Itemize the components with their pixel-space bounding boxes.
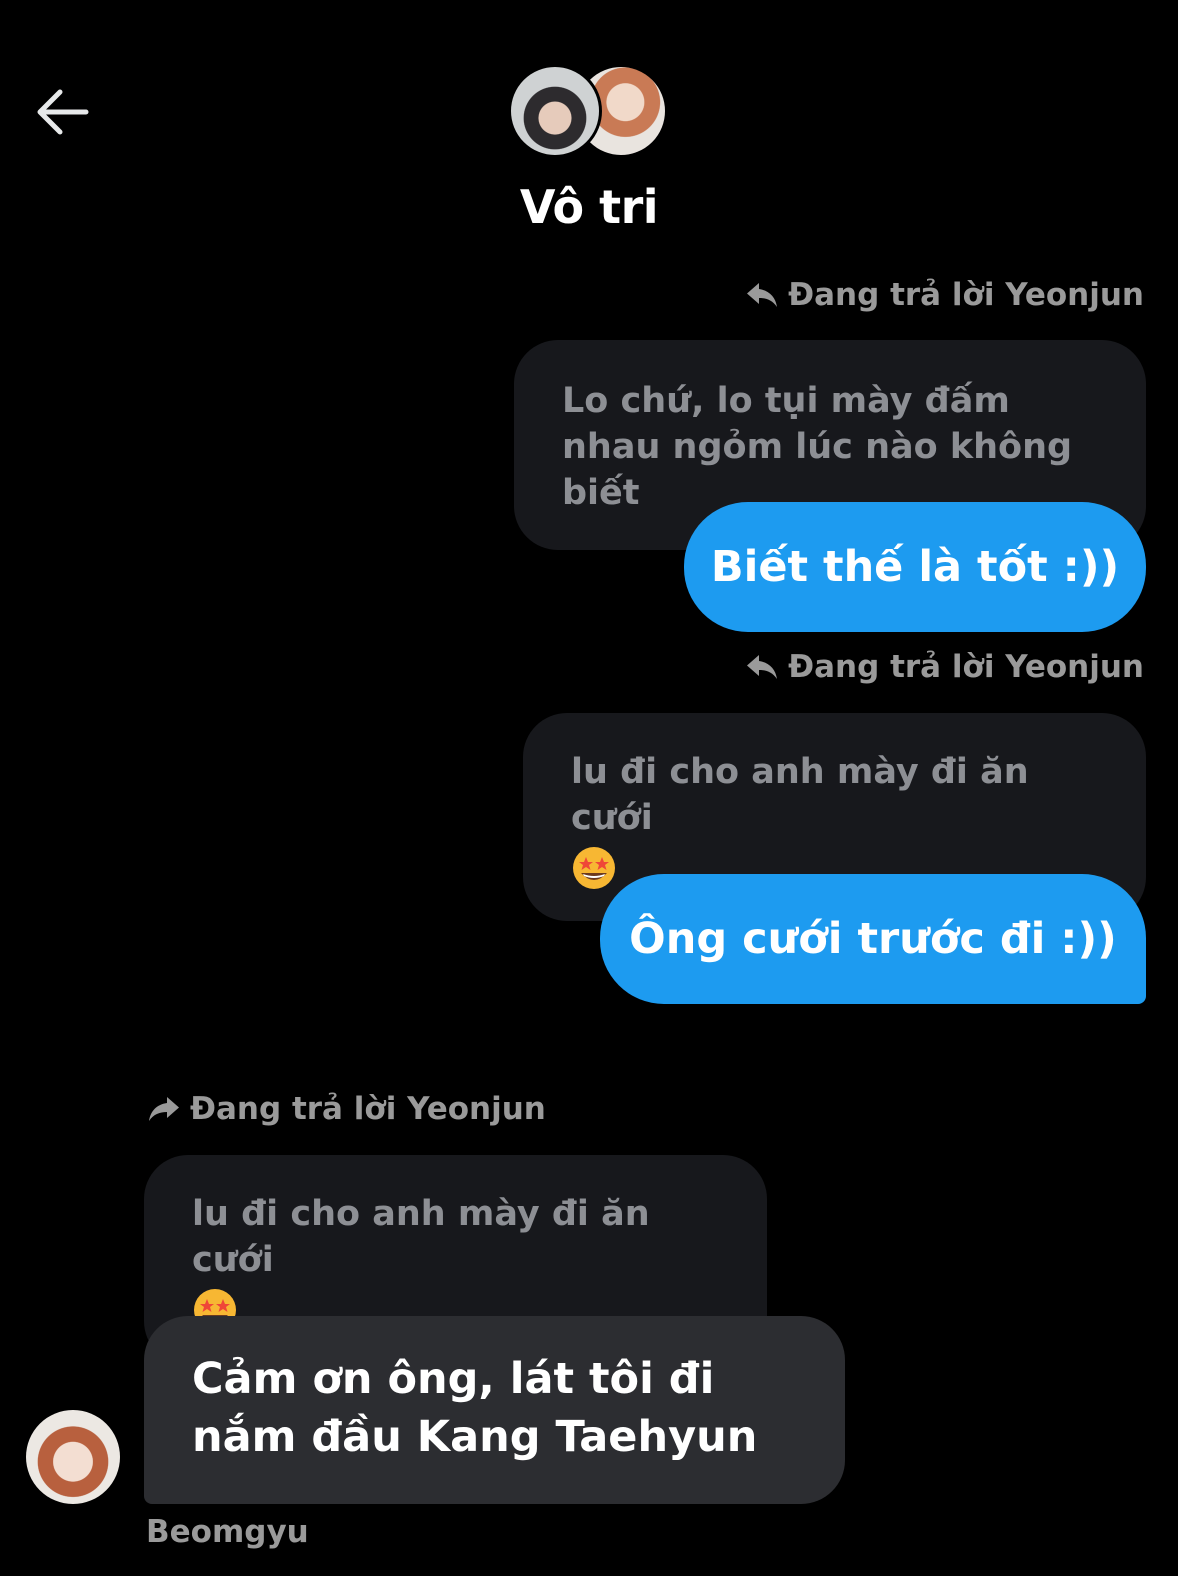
sender-name: Beomgyu: [146, 1514, 309, 1550]
quoted-text: Lo chứ, lo tụi mày đấm nhau ngỏm lúc nào…: [562, 381, 1073, 513]
reply-icon: [747, 655, 778, 679]
conversation-title: Vô tri: [519, 180, 659, 234]
reply-label: Đang trả lời Yeonjun: [190, 1091, 546, 1127]
group-avatar[interactable]: [508, 64, 668, 162]
reply-indicator: Đang trả lời Yeonjun: [744, 649, 1144, 685]
reply-indicator: Đang trả lời Yeonjun: [744, 277, 1144, 313]
arrow-left-icon: [37, 89, 89, 135]
reply-indicator: Đang trả lời Yeonjun: [146, 1091, 546, 1127]
star-struck-emoji: [571, 845, 617, 903]
back-button[interactable]: [32, 86, 92, 138]
sender-avatar[interactable]: [26, 1410, 120, 1504]
quoted-text: lu đi cho anh mày đi ăn cưới: [571, 752, 1029, 838]
reply-label: Đang trả lời Yeonjun: [788, 277, 1144, 313]
forward-reply-icon: [149, 1097, 179, 1121]
message-bubble[interactable]: Biết thế là tốt :)): [684, 502, 1146, 632]
avatar: [508, 64, 602, 158]
message-text: Ông cưới trước đi :)): [629, 914, 1117, 964]
reply-label: Đang trả lời Yeonjun: [788, 649, 1144, 685]
message-text: Cảm ơn ông, lát tôi đi nắm đầu Kang Taeh…: [192, 1354, 758, 1462]
message-bubble[interactable]: Ông cưới trước đi :)): [600, 874, 1146, 1004]
quoted-text: lu đi cho anh mày đi ăn cưới: [192, 1194, 650, 1280]
reply-icon: [747, 283, 778, 307]
message-text: Biết thế là tốt :)): [710, 542, 1120, 592]
message-bubble[interactable]: Cảm ơn ông, lát tôi đi nắm đầu Kang Taeh…: [144, 1316, 845, 1504]
